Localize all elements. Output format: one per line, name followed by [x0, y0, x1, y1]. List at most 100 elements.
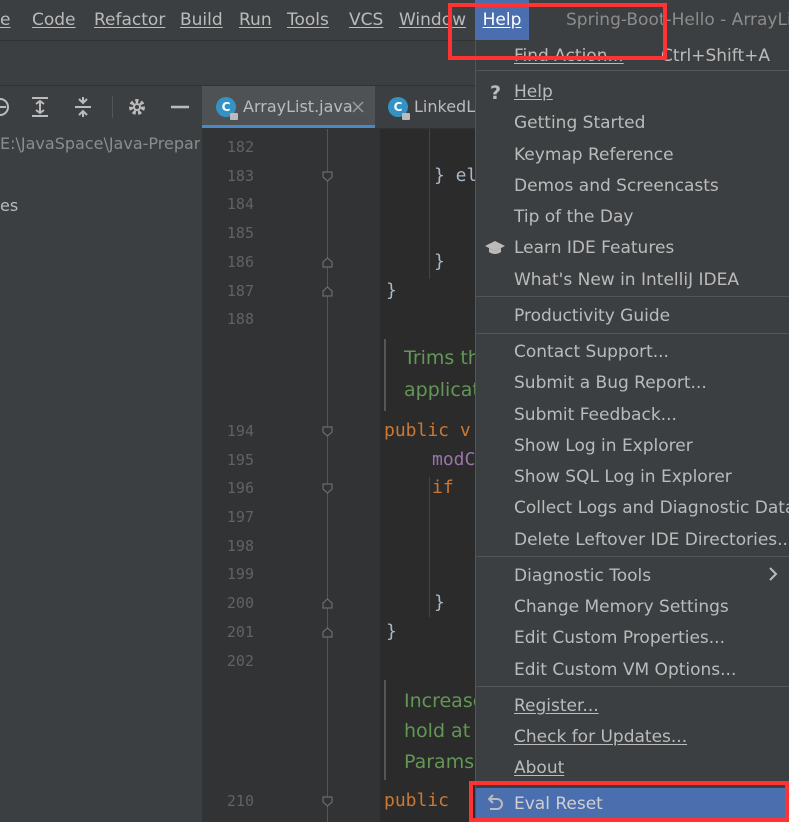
menu-item-getting-started[interactable]: Getting Started: [476, 113, 789, 137]
menu-label: Build: [180, 10, 223, 30]
doc-text: Trims th: [404, 347, 480, 369]
menu-build[interactable]: Build: [172, 0, 231, 40]
line-number: 202: [226, 652, 254, 670]
line-number: 187: [226, 282, 254, 300]
line-number: 183: [226, 167, 254, 185]
menu-item-delete-leftover-dirs[interactable]: Delete Leftover IDE Directories...: [476, 530, 789, 554]
menu-item-demos[interactable]: Demos and Screencasts: [476, 176, 789, 200]
fold-start-icon[interactable]: [322, 286, 333, 297]
close-icon[interactable]: [352, 101, 364, 113]
menu-item-shortcut: Ctrl+Shift+A: [660, 46, 770, 66]
code-line: }: [434, 592, 445, 613]
menu-item-diagnostic-tools[interactable]: Diagnostic Tools: [476, 566, 789, 590]
fold-end-icon[interactable]: [322, 426, 333, 437]
menu-label: VCS: [349, 10, 384, 30]
code-line: public v: [384, 420, 471, 441]
menu-window[interactable]: Window: [391, 0, 474, 40]
minimize-icon[interactable]: [168, 95, 192, 119]
menu-item-collect-logs[interactable]: Collect Logs and Diagnostic Data: [476, 498, 789, 522]
undo-icon: [487, 794, 503, 810]
indent-guide: [429, 129, 430, 279]
menu-item-find-action[interactable]: Find Action... Ctrl+Shift+A: [476, 46, 789, 68]
line-number: 198: [226, 537, 254, 555]
project-tree-item[interactable]: es: [0, 196, 200, 215]
menu-vcs[interactable]: VCS: [341, 0, 391, 40]
line-number: 201: [226, 623, 254, 641]
expand-all-icon[interactable]: [28, 95, 52, 119]
editor-gutter: 182 183 184 185 186 187 188 194 195 196 …: [202, 129, 380, 822]
gear-icon[interactable]: [125, 95, 149, 119]
line-number: 184: [226, 195, 254, 213]
menu-item-learn-ide-features[interactable]: Learn IDE Features: [476, 238, 789, 262]
menu-item-label: Change Memory Settings: [514, 597, 729, 617]
menu-item-help[interactable]: ? Help: [476, 82, 789, 106]
fold-start-icon[interactable]: [322, 627, 333, 638]
menu-label: Code: [32, 10, 76, 30]
menu-item-label: Learn IDE Features: [514, 238, 675, 258]
menu-run[interactable]: Run: [231, 0, 280, 40]
collapse-all-icon[interactable]: [71, 95, 95, 119]
menu-label: Refactor: [94, 10, 166, 30]
chevron-right-icon: [769, 567, 778, 581]
menu-help[interactable]: Help: [475, 0, 529, 40]
menu-item-change-memory[interactable]: Change Memory Settings: [476, 597, 789, 621]
code-line: }: [386, 280, 397, 301]
doc-comment: Trims th applicati: [384, 339, 485, 411]
menu-item-label: Tip of the Day: [514, 207, 634, 227]
menu-item-check-for-updates[interactable]: Check for Updates...: [476, 727, 789, 751]
menu-item-keymap-reference[interactable]: Keymap Reference: [476, 145, 789, 169]
code-line: }: [434, 251, 445, 272]
menu-item-label: About: [514, 758, 565, 778]
menu-item-eval-reset[interactable]: Eval Reset: [476, 788, 789, 820]
line-number: 200: [226, 594, 254, 612]
menu-item-edit-custom-properties[interactable]: Edit Custom Properties...: [476, 628, 789, 652]
menu-item-label: Find Action...: [514, 46, 624, 66]
lock-icon: [230, 113, 238, 120]
project-tool-window: E:\JavaSpace\Java-Prepare es: [0, 86, 203, 822]
graduation-cap-icon: [485, 241, 505, 254]
menu-item-submit-bug-report[interactable]: Submit a Bug Report...: [476, 373, 789, 397]
locate-icon[interactable]: [0, 95, 12, 119]
menu-item-show-sql-log[interactable]: Show SQL Log in Explorer: [476, 467, 789, 491]
menu-file[interactable]: e: [0, 0, 18, 40]
line-number: 188: [226, 310, 254, 328]
help-dropdown-menu: Find Action... Ctrl+Shift+A ? Help Getti…: [475, 40, 789, 822]
menu-item-show-log[interactable]: Show Log in Explorer: [476, 436, 789, 460]
line-number: 197: [226, 508, 254, 526]
fold-start-icon[interactable]: [322, 598, 333, 609]
menu-item-label: Demos and Screencasts: [514, 176, 719, 196]
menu-refactor[interactable]: Refactor: [86, 0, 173, 40]
menu-item-submit-feedback[interactable]: Submit Feedback...: [476, 405, 789, 429]
menu-item-contact-support[interactable]: Contact Support...: [476, 342, 789, 366]
tab-arraylist[interactable]: C ArrayList.java: [202, 86, 375, 128]
menu-item-whats-new[interactable]: What's New in IntelliJ IDEA: [476, 270, 789, 294]
menu-separator: [476, 333, 789, 334]
menu-item-register[interactable]: Register...: [476, 696, 789, 720]
fold-start-icon[interactable]: [322, 257, 333, 268]
menu-item-productivity-guide[interactable]: Productivity Guide: [476, 306, 789, 330]
menu-item-label: Delete Leftover IDE Directories...: [514, 530, 789, 550]
menu-item-label: Edit Custom VM Options...: [514, 660, 737, 680]
menu-tools[interactable]: Tools: [279, 0, 337, 40]
line-number: 199: [226, 565, 254, 583]
project-root-path[interactable]: E:\JavaSpace\Java-Prepare: [0, 131, 200, 157]
lock-icon: [402, 113, 410, 120]
menu-label: e: [0, 10, 11, 30]
doc-text: applicati: [404, 379, 486, 401]
menu-item-about[interactable]: About: [476, 758, 789, 782]
menu-item-tip-of-the-day[interactable]: Tip of the Day: [476, 207, 789, 231]
fold-end-icon[interactable]: [322, 796, 333, 807]
menu-label: Help: [482, 10, 522, 30]
gutter-divider: [327, 129, 328, 822]
code-line: }: [386, 621, 397, 642]
line-number: 210: [226, 792, 254, 810]
menu-item-label: Productivity Guide: [514, 306, 671, 326]
menu-code[interactable]: Code: [24, 0, 84, 40]
menu-item-label: Getting Started: [514, 113, 646, 133]
menu-item-label: Diagnostic Tools: [514, 566, 652, 586]
menu-item-edit-custom-vm-options[interactable]: Edit Custom VM Options...: [476, 660, 789, 684]
doc-text: Params:: [404, 751, 481, 773]
fold-end-icon[interactable]: [322, 483, 333, 494]
tab-linkedlist[interactable]: C LinkedLi: [380, 86, 480, 128]
fold-end-icon[interactable]: [322, 171, 333, 182]
